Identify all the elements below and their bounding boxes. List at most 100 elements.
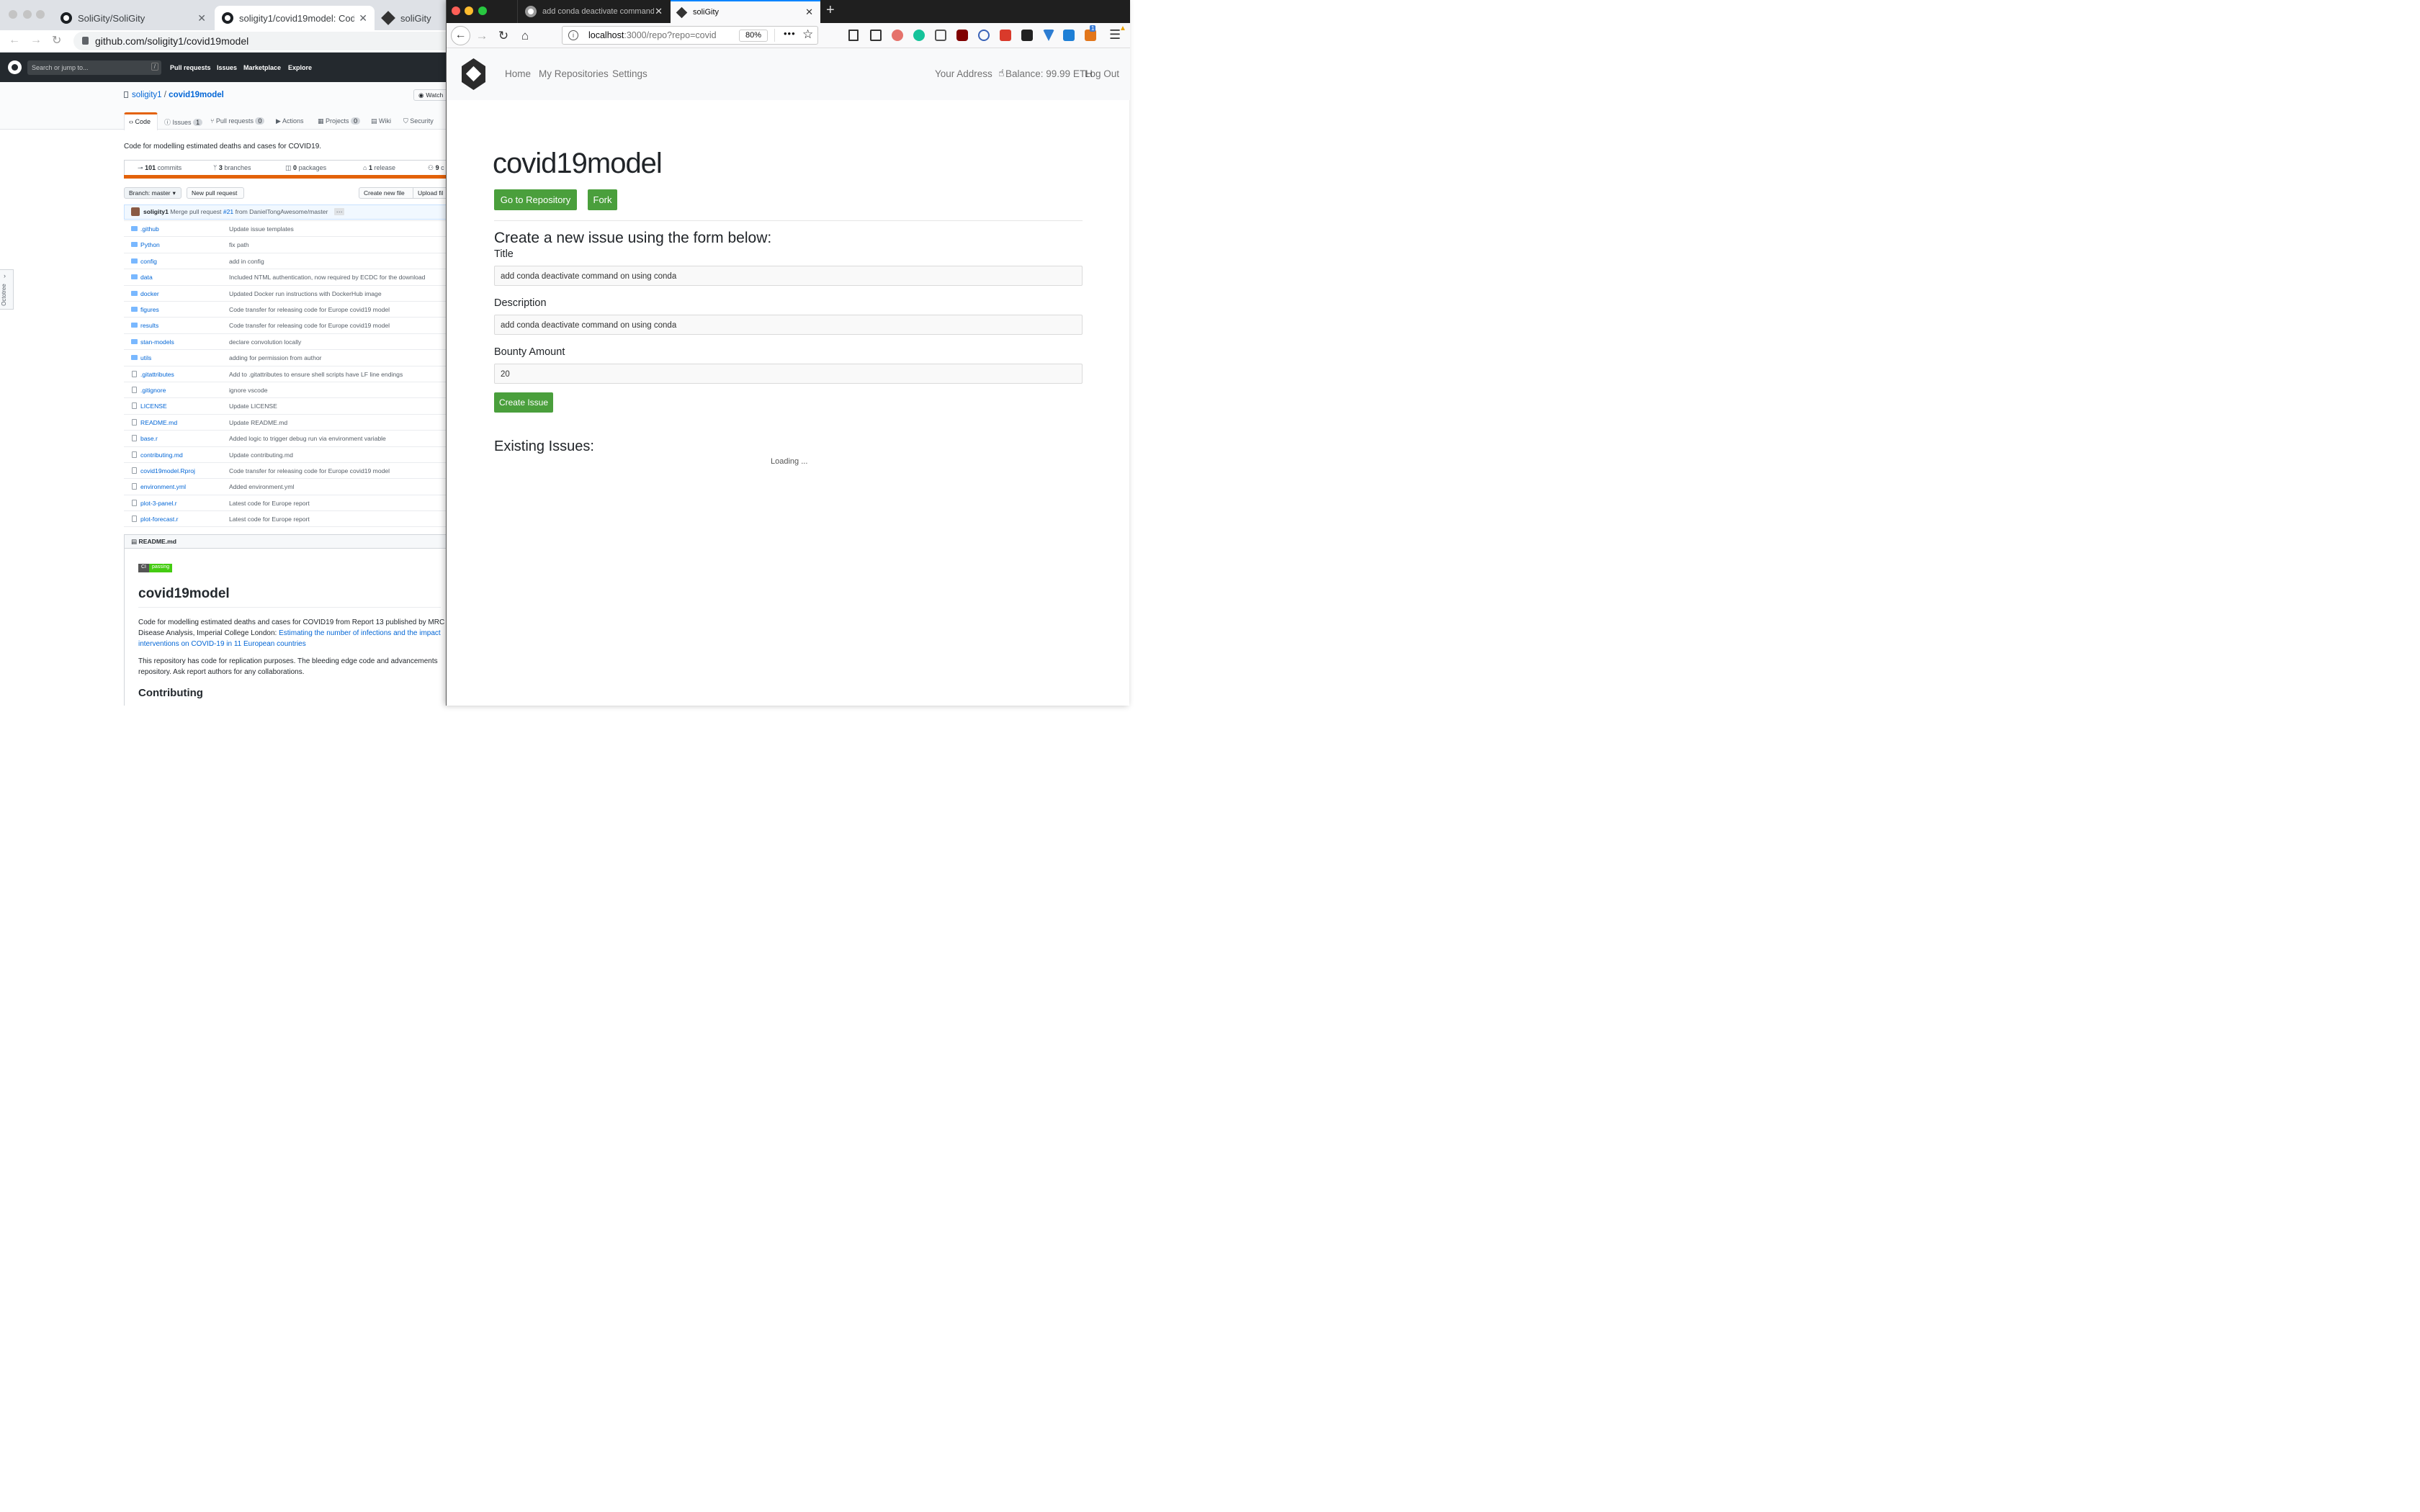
commit-message-link[interactable]: Code transfer for releasing code for Eur… <box>229 467 390 474</box>
extension-s-icon[interactable] <box>1063 30 1075 41</box>
file-row[interactable]: figures Code transfer for releasing code … <box>124 301 447 317</box>
nav-explore[interactable]: Explore <box>288 64 312 71</box>
fork-button[interactable]: Fork <box>588 189 617 210</box>
commit-message-link[interactable]: fix path <box>229 241 249 248</box>
window-zoom-button[interactable] <box>478 6 487 15</box>
commits-link[interactable]: ⊸ 101 commits <box>138 164 182 172</box>
chrome-tab-soligity-app[interactable]: soliGity <box>376 6 447 30</box>
file-row[interactable]: .gitignore ignore vscode <box>124 382 447 397</box>
commit-message-link[interactable]: Latest code for Europe report <box>229 500 310 507</box>
reload-icon[interactable]: ↻ <box>52 33 61 48</box>
file-row[interactable]: stan-models declare convolution locally <box>124 333 447 349</box>
new-tab-icon[interactable]: + <box>826 2 835 19</box>
description-input[interactable]: add conda deactivate command on using co… <box>494 315 1083 335</box>
tab-security[interactable]: ⛉ Security <box>403 117 434 125</box>
commit-message-link[interactable]: add in config <box>229 258 264 265</box>
close-tab-icon[interactable]: ✕ <box>805 6 813 18</box>
commit-message-link[interactable]: declare convolution locally <box>229 338 301 346</box>
home-icon[interactable]: ⌂ <box>517 29 533 43</box>
chrome-tab-covid19model[interactable]: soligity1/covid19model: Code for ✕ <box>215 6 375 30</box>
new-pull-request-button[interactable]: New pull request <box>187 187 244 199</box>
file-name-link[interactable]: base.r <box>140 435 158 442</box>
file-row[interactable]: results Code transfer for releasing code … <box>124 317 447 333</box>
file-name-link[interactable]: contributing.md <box>140 451 183 459</box>
chrome-address-bar[interactable]: github.com/soligity1/covid19model <box>73 32 447 50</box>
commit-message-link[interactable]: ignore vscode <box>229 387 268 394</box>
reload-icon[interactable]: ↻ <box>496 29 511 43</box>
file-row[interactable]: LICENSE Update LICENSE <box>124 397 447 413</box>
commit-message-link[interactable]: Code transfer for releasing code for Eur… <box>229 306 390 313</box>
ci-badge[interactable]: CI passing <box>138 564 173 572</box>
pdf-icon[interactable] <box>1000 30 1011 41</box>
screenshot-icon[interactable] <box>935 30 946 41</box>
file-name-link[interactable]: .gitignore <box>140 387 166 394</box>
ublock-icon[interactable] <box>956 30 968 41</box>
info-icon[interactable]: i <box>568 30 578 40</box>
zoom-level-button[interactable]: 80% <box>739 30 768 42</box>
commit-message-link[interactable]: adding for permission from author <box>229 354 322 361</box>
create-new-file-button[interactable]: Create new file <box>359 187 413 199</box>
tab-pull-requests[interactable]: ⑂ Pull requests 0 <box>210 117 265 125</box>
commit-message-link[interactable]: Update README.md <box>229 419 287 426</box>
commit-pr-link[interactable]: #21 <box>223 208 233 215</box>
nav-home[interactable]: Home <box>505 68 531 79</box>
file-name-link[interactable]: covid19model.Rproj <box>140 467 195 474</box>
window-zoom-button[interactable] <box>36 10 45 19</box>
file-name-link[interactable]: README.md <box>140 419 177 426</box>
your-address-link[interactable]: Your Address <box>935 68 992 79</box>
window-minimize-button[interactable] <box>23 10 32 19</box>
page-actions-icon[interactable]: ••• <box>784 28 796 39</box>
file-name-link[interactable]: .gitattributes <box>140 371 174 378</box>
go-to-repository-button[interactable]: Go to Repository <box>494 189 577 210</box>
window-close-button[interactable] <box>452 6 460 15</box>
file-row[interactable]: plot-forecast.r Latest code for Europe re… <box>124 510 447 526</box>
file-name-link[interactable]: plot-3-panel.r <box>140 500 177 507</box>
file-row[interactable]: base.r Added logic to trigger debug run v… <box>124 430 447 446</box>
readme-link[interactable]: interventions on COVID-19 in 11 European… <box>138 639 444 649</box>
repo-name-link[interactable]: covid19model <box>169 91 224 99</box>
commit-message-link[interactable]: Added environment.yml <box>229 483 294 490</box>
tab-issues[interactable]: ⓘ Issues 1 <box>164 117 203 127</box>
file-name-link[interactable]: environment.yml <box>140 483 186 490</box>
file-row[interactable]: Python fix path <box>124 236 447 252</box>
readme-link[interactable]: Estimating the number of infections and … <box>279 629 441 637</box>
commit-message-link[interactable]: Added logic to trigger debug run via env… <box>229 435 386 442</box>
file-row[interactable]: config add in config <box>124 252 447 269</box>
file-name-link[interactable]: LICENSE <box>140 402 167 410</box>
file-row[interactable]: contributing.md Update contributing.md <box>124 446 447 462</box>
nav-marketplace[interactable]: Marketplace <box>243 64 281 71</box>
file-name-link[interactable]: Python <box>140 241 160 248</box>
file-row[interactable]: .github Update issue templates <box>124 220 447 236</box>
file-name-link[interactable]: data <box>140 274 153 281</box>
nav-issues[interactable]: Issues <box>217 64 237 71</box>
watch-button[interactable]: ◉ Watch <box>413 89 447 101</box>
commit-message-link[interactable]: Add to .gitattributes to ensure shell sc… <box>229 371 403 378</box>
back-arrow-icon[interactable]: ← <box>451 26 470 45</box>
file-row[interactable]: README.md Update README.md <box>124 413 447 430</box>
commit-message-link[interactable]: Included NTML authentication, now requir… <box>229 274 425 281</box>
file-name-link[interactable]: plot-forecast.r <box>140 516 179 523</box>
branches-link[interactable]: ᛘ 3 branches <box>213 164 251 171</box>
file-row[interactable]: data Included NTML authentication, now re… <box>124 269 447 284</box>
contributors-link[interactable]: ⚇ 9 c <box>428 164 444 172</box>
sidebar-icon[interactable] <box>870 30 882 41</box>
create-issue-button[interactable]: Create Issue <box>494 392 553 413</box>
file-name-link[interactable]: .github <box>140 225 159 233</box>
releases-link[interactable]: ⌂ 1 release <box>363 164 395 171</box>
block-icon[interactable] <box>978 30 990 41</box>
window-close-button[interactable] <box>9 10 17 19</box>
firefox-tab-issue[interactable]: add conda deactivate command o ✕ <box>517 0 670 23</box>
firefox-address-bar[interactable]: i localhost:3000/repo?repo=covid 80% •••… <box>562 26 818 45</box>
close-tab-icon[interactable]: ✕ <box>197 12 206 24</box>
tab-code[interactable]: ‹› Code <box>124 112 158 130</box>
file-name-link[interactable]: config <box>140 258 157 265</box>
file-row[interactable]: plot-3-panel.r Latest code for Europe rep… <box>124 494 447 510</box>
nav-my-repositories[interactable]: My Repositories <box>539 68 609 79</box>
github-logo-icon[interactable] <box>8 60 22 74</box>
library-icon[interactable] <box>848 30 859 41</box>
commit-message-link[interactable]: Update LICENSE <box>229 402 277 410</box>
branch-select[interactable]: Branch: master ▾ <box>124 187 182 199</box>
commit-message-link[interactable]: Latest code for Europe report <box>229 516 310 523</box>
extension-network-icon[interactable] <box>892 30 903 41</box>
tab-actions[interactable]: ▶ Actions <box>276 117 303 125</box>
